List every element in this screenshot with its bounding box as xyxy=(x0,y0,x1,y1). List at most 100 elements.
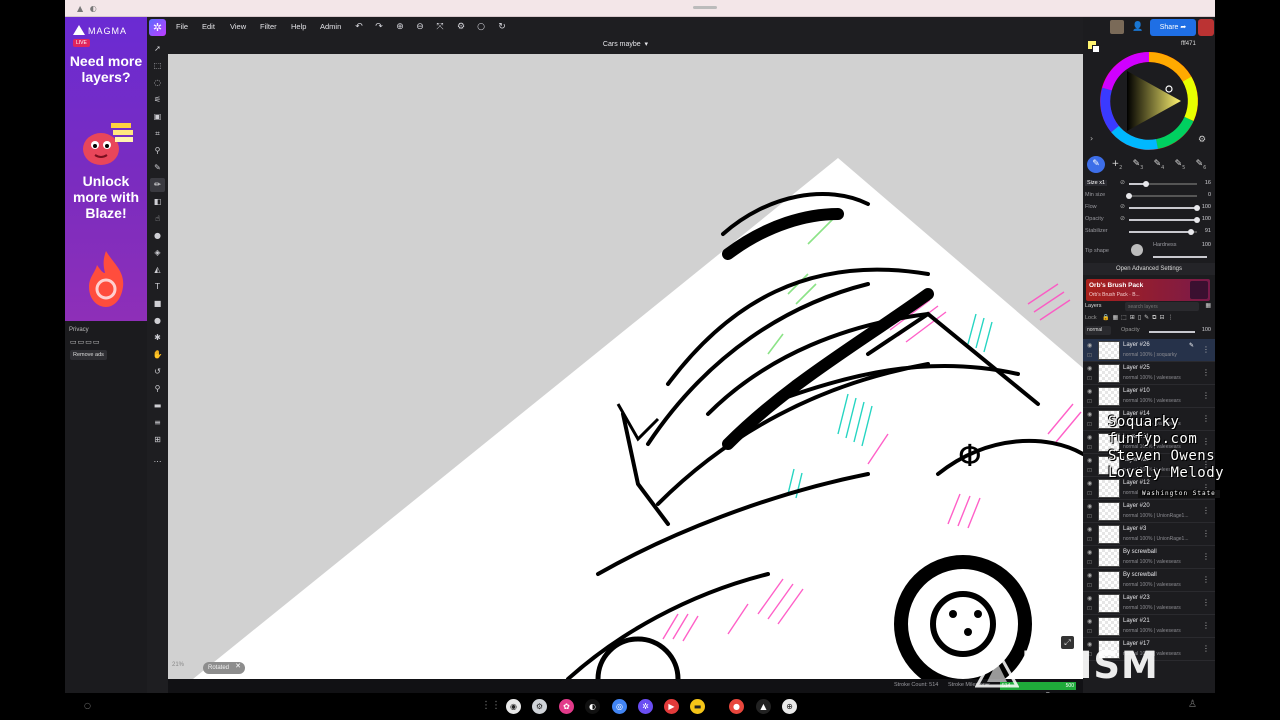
tomato-icon[interactable]: ● xyxy=(729,699,744,714)
lock-icon[interactable]: ⊡ xyxy=(1087,559,1092,566)
lasso-icon[interactable]: ◌ xyxy=(150,76,165,90)
lock-icon[interactable]: ⊡ xyxy=(1087,582,1092,589)
window-controls-icon[interactable]: ▲ ◐ xyxy=(77,4,99,13)
steam-icon[interactable]: ◉ xyxy=(506,699,521,714)
zoom-in-icon[interactable]: ⊕ xyxy=(393,20,407,34)
eye-icon[interactable]: ◉ xyxy=(1087,618,1092,625)
shape-icon[interactable]: ✱ xyxy=(150,331,165,345)
layer-row[interactable]: ◉ ⊡ By screwball normal 100% | valeesears ⋮ xyxy=(1083,569,1215,592)
transform-icon[interactable]: ⤧ xyxy=(433,20,447,34)
eye-icon[interactable]: ◉ xyxy=(1087,595,1092,602)
users-icon[interactable]: 👤 xyxy=(1131,20,1145,34)
rectangle-icon[interactable]: ■ xyxy=(150,297,165,311)
eye-icon[interactable]: ◉ xyxy=(1087,549,1092,556)
crop-icon[interactable]: ⌗ xyxy=(150,127,165,141)
close-icon[interactable]: ✕ xyxy=(235,662,241,672)
eye-icon[interactable]: ◉ xyxy=(1087,411,1092,418)
more-icon[interactable]: ⋮ xyxy=(1202,552,1210,561)
files-icon[interactable]: ▬ xyxy=(690,699,705,714)
privacy-link[interactable]: Privacy xyxy=(69,327,89,333)
eye-icon[interactable]: ◉ xyxy=(1087,503,1092,510)
brush-slider[interactable] xyxy=(1129,205,1200,211)
slider-knob[interactable] xyxy=(1187,229,1194,235)
more-icon[interactable]: ⋮ xyxy=(1202,345,1210,354)
brush-slot-5[interactable]: ✎5 xyxy=(1171,156,1189,173)
menu-admin[interactable]: Admin xyxy=(320,22,341,31)
layer-row[interactable]: ◉ ⊡ Layer #26 normal 100% | soquarky ✎ ⋮ xyxy=(1083,339,1215,362)
menu-file[interactable]: File xyxy=(176,22,188,31)
app-logo-icon[interactable]: ✲ xyxy=(149,19,166,36)
menu-edit[interactable]: Edit xyxy=(202,22,215,31)
eye-icon[interactable]: ◉ xyxy=(1087,480,1092,487)
menu-help[interactable]: Help xyxy=(291,22,306,31)
avatar[interactable] xyxy=(1110,20,1124,34)
pencil-icon[interactable]: ✎ xyxy=(150,161,165,175)
layer-row[interactable]: ◉ ⊡ By screwball normal 100% | valeesears ⋮ xyxy=(1083,546,1215,569)
arc-icon[interactable]: ◐ xyxy=(585,699,600,714)
blur-icon[interactable]: ● xyxy=(150,229,165,243)
menu-view[interactable]: View xyxy=(230,22,246,31)
more-icon[interactable]: ⋯ xyxy=(150,455,165,469)
settings-icon[interactable]: ⚙ xyxy=(532,699,547,714)
slider-knob[interactable] xyxy=(1194,217,1200,223)
remove-ads-button[interactable]: Remove ads xyxy=(70,350,107,360)
refresh-icon[interactable]: ↻ xyxy=(495,20,509,34)
lock-icon[interactable]: ⊡ xyxy=(1087,490,1092,497)
lock-icon[interactable]: ⊡ xyxy=(1087,513,1092,520)
layer-row[interactable]: ◉ ⊡ Layer #25 normal 100% | valeesears ⋮ xyxy=(1083,362,1215,385)
magic-wand-icon[interactable]: ⚟ xyxy=(150,93,165,107)
ellipse-icon[interactable]: ● xyxy=(150,314,165,328)
brush-slider[interactable] xyxy=(1129,181,1197,187)
fill-icon[interactable]: ◈ xyxy=(150,246,165,260)
layer-row[interactable]: ◉ ⊡ Layer #3 normal 100% | UnionRage1... ⋮ xyxy=(1083,523,1215,546)
home-icon[interactable]: ○ xyxy=(84,701,91,710)
blend-mode-select[interactable]: normal xyxy=(1085,326,1111,335)
gear-icon[interactable]: ⚙ xyxy=(1198,135,1206,145)
slider-knob[interactable] xyxy=(1126,193,1132,199)
advanced-settings-button[interactable]: Open Advanced Settings xyxy=(1083,263,1215,275)
ad-banner[interactable]: MAGMA LIVE Need more layers? Unlock more… xyxy=(65,17,147,321)
lock-icon[interactable]: ⊡ xyxy=(1087,398,1092,405)
eye-icon[interactable]: ◉ xyxy=(1087,342,1092,349)
magma-icon[interactable]: ✲ xyxy=(638,699,653,714)
eye-icon[interactable]: ◉ xyxy=(1087,572,1092,579)
brush-pack-promo[interactable]: Orb's Brush Pack Orb's Brush Pack · B... xyxy=(1086,279,1210,301)
link-icon[interactable]: ⊘ xyxy=(1120,203,1125,210)
eyedropper-icon[interactable]: ⚲ xyxy=(150,144,165,158)
layer-row[interactable]: ◉ ⊡ Layer #20 normal 100% | UnionRage1... ⋮ xyxy=(1083,500,1215,523)
lock-icon[interactable]: ⊡ xyxy=(1087,467,1092,474)
eye-icon[interactable]: ◉ xyxy=(1087,434,1092,441)
brush-slider[interactable] xyxy=(1126,193,1197,199)
flower-icon[interactable]: ✿ xyxy=(559,699,574,714)
eye-icon[interactable]: ◉ xyxy=(1087,457,1092,464)
share-button[interactable]: Share ➦ xyxy=(1150,19,1196,36)
lock-icon[interactable]: ⊡ xyxy=(1087,352,1092,359)
lock-icon[interactable]: ⊡ xyxy=(1087,536,1092,543)
app-grid-icon[interactable]: ⋮⋮ xyxy=(481,700,501,711)
eraser-icon[interactable]: ◧ xyxy=(150,195,165,209)
zoom-out-icon[interactable]: ⊖ xyxy=(413,20,427,34)
slider-knob[interactable] xyxy=(1194,205,1200,211)
layer-row[interactable]: ◉ ⊡ Layer #10 normal 100% | valeesears ⋮ xyxy=(1083,385,1215,408)
color-hex[interactable]: fff471 xyxy=(1181,41,1196,47)
brush-slot-1[interactable]: ✎ xyxy=(1087,156,1105,173)
rotated-chip[interactable]: Rotated ✕ xyxy=(203,662,246,674)
network-icon[interactable]: ⊕ xyxy=(782,699,797,714)
transform-icon[interactable]: ▣ xyxy=(150,110,165,124)
color-wheel[interactable] xyxy=(1097,49,1201,153)
brush-slider[interactable] xyxy=(1129,217,1200,223)
brush-slot-2[interactable]: +2 xyxy=(1108,156,1126,173)
add-icon[interactable]: ⊞ xyxy=(150,433,165,447)
layers-grid-icon[interactable]: ▦ xyxy=(1205,302,1211,309)
eye-icon[interactable]: ◉ xyxy=(1087,388,1092,395)
lock-icon[interactable]: ⊡ xyxy=(1087,628,1092,635)
more-icon[interactable]: ⋮ xyxy=(1202,529,1210,538)
tray-icon[interactable]: ♙ xyxy=(1188,699,1197,710)
hardness-slider[interactable] xyxy=(1153,256,1207,258)
more-icon[interactable]: ⋮ xyxy=(1202,621,1210,630)
more-icon[interactable]: ⋮ xyxy=(1202,598,1210,607)
circle-icon[interactable]: ○ xyxy=(474,20,488,34)
menu-filter[interactable]: Filter xyxy=(260,22,277,31)
more-icon[interactable]: ⋮ xyxy=(1202,391,1210,400)
pencil-icon[interactable]: ✎ xyxy=(1189,342,1194,349)
